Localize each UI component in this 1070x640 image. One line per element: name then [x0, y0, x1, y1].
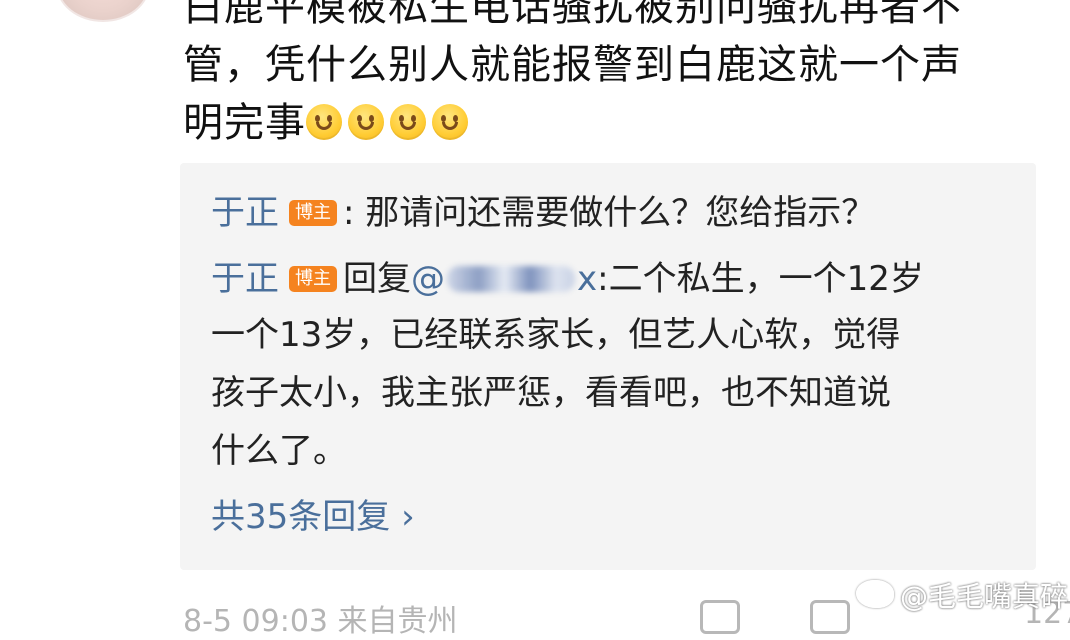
mention-link[interactable]: @ x	[411, 259, 597, 299]
comment-line-1: 白鹿平模被私生电话骚扰被别问骚扰再者不	[183, 0, 962, 30]
comment-line-3: 明完事	[183, 94, 1043, 152]
comment-meta: 8-5 09:03 来自贵州	[183, 604, 458, 639]
reply-author-name[interactable]: 于正	[211, 193, 279, 233]
reply-text: : 那请问还需要做什么？您给指示？	[343, 193, 876, 233]
weibo-logo-icon	[856, 580, 894, 608]
share-icon[interactable]	[700, 600, 740, 634]
comment-line-3-text: 明完事	[183, 100, 306, 146]
commenter-avatar[interactable]	[56, 0, 150, 22]
reply-continuation-1: 一个13岁，已经联系家长，但艺人心软，觉得	[211, 315, 901, 355]
reply-continuation-2: 孩子太小，我主张严惩，看看吧，也不知道说	[211, 373, 891, 413]
redacted-username	[447, 266, 575, 292]
smile-emoji-icon	[348, 104, 384, 140]
comment-line-2: 管，凭什么别人就能报警到白鹿这就一个声	[183, 42, 962, 88]
watermark: @毛毛嘴真碎	[856, 575, 1068, 615]
smile-emoji-icon	[390, 104, 426, 140]
smile-emoji-icon	[432, 104, 468, 140]
reply-prefix: 回复	[343, 259, 411, 299]
more-replies-link[interactable]: 共35条回复 ›	[211, 497, 415, 537]
comment-text: 白鹿平模被私生电话骚扰被别问骚扰再者不 管，凭什么别人就能报警到白鹿这就一个声 …	[183, 0, 1043, 152]
reply-text: :二个私生，一个12岁	[597, 259, 924, 299]
reply-item-1[interactable]: 于正 博主: 那请问还需要做什么？您给指示？	[211, 193, 875, 233]
watermark-text: @毛毛嘴真碎	[900, 580, 1069, 613]
blogger-badge: 博主	[289, 200, 337, 226]
comment-icon[interactable]	[810, 600, 850, 634]
reply-continuation-3: 什么了。	[211, 431, 347, 471]
blogger-badge: 博主	[289, 266, 337, 292]
reply-item-2[interactable]: 于正 博主 回复@ x:二个私生，一个12岁	[211, 259, 924, 299]
smile-emoji-icon	[306, 104, 342, 140]
reply-author-name[interactable]: 于正	[211, 259, 279, 299]
reply-box[interactable]: 于正 博主: 那请问还需要做什么？您给指示？ 于正 博主 回复@ x:二个私生，一个12…	[180, 163, 1036, 570]
